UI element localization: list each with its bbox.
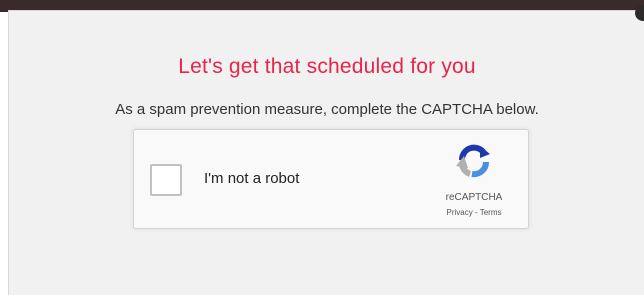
link-separator: - [472, 208, 480, 217]
privacy-link[interactable]: Privacy [447, 208, 473, 217]
recaptcha-links: Privacy - Terms [426, 208, 522, 217]
dialog-subtitle: As a spam prevention measure, complete t… [115, 101, 539, 118]
recaptcha-brand: reCAPTCHA [445, 192, 503, 203]
dialog-title: Let's get that scheduled for you [178, 55, 476, 78]
not-a-robot-label: I'm not a robot [204, 170, 300, 187]
schedule-dialog: Let's get that scheduled for you As a sp… [8, 5, 644, 295]
not-a-robot-checkbox[interactable] [150, 164, 182, 196]
terms-link[interactable]: Terms [480, 208, 502, 217]
recaptcha-widget: I'm not a robot reCAPTCHA Privacy - Term… [133, 129, 529, 229]
recaptcha-logo-icon [456, 144, 490, 178]
close-icon[interactable] [635, 5, 644, 21]
